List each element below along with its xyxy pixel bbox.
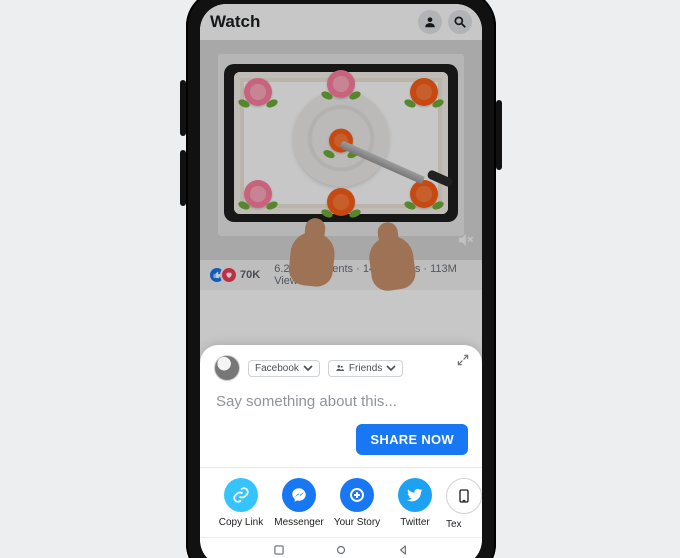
share-sheet: Facebook Friends Say something about th [200, 345, 482, 538]
search-icon [453, 15, 467, 29]
nav-back-button[interactable] [396, 543, 410, 558]
phone-frame: Watch [186, 0, 496, 558]
plus-circle-icon [348, 486, 366, 504]
sms-icon [456, 488, 472, 504]
twitter-icon [407, 487, 423, 503]
phone-side-button [180, 150, 186, 206]
audience-selector[interactable]: Friends [328, 360, 403, 377]
app-header: Watch [200, 4, 482, 40]
phone-side-button [496, 100, 502, 170]
link-icon [232, 486, 250, 504]
share-target-your-story[interactable]: Your Story [330, 478, 384, 530]
share-target-copy-link[interactable]: Copy Link [214, 478, 268, 530]
chip-label: Facebook [255, 363, 299, 374]
search-button[interactable] [448, 10, 472, 34]
share-target-label: Twitter [400, 517, 429, 528]
share-target-messenger[interactable]: Messenger [272, 478, 326, 530]
platform-selector[interactable]: Facebook [248, 360, 320, 377]
avatar[interactable] [214, 355, 240, 381]
mute-icon[interactable] [456, 231, 474, 254]
android-nav-bar [200, 537, 482, 558]
share-target-label: Your Story [334, 517, 380, 528]
share-target-label: Copy Link [219, 517, 263, 528]
share-now-button[interactable]: SHARE NOW [356, 424, 468, 455]
friends-icon [335, 363, 345, 373]
expand-icon[interactable] [456, 353, 470, 372]
messenger-icon [290, 486, 308, 504]
chevron-down-icon [386, 363, 396, 373]
share-text-input[interactable]: Say something about this... [216, 393, 466, 410]
share-target-label: Messenger [274, 517, 323, 528]
chevron-down-icon [303, 363, 313, 373]
share-targets-row: Copy Link Messenger Your Story Twit [200, 467, 482, 530]
nav-recent-button[interactable] [272, 543, 286, 558]
reactions-summary[interactable]: 70K [208, 266, 260, 284]
video-thumbnail[interactable] [200, 40, 482, 260]
share-target-label: Tex [446, 519, 476, 530]
page-title: Watch [210, 12, 260, 32]
chip-label: Friends [349, 363, 382, 374]
phone-side-button [180, 80, 186, 136]
nav-home-button[interactable] [334, 543, 348, 558]
love-icon [220, 266, 238, 284]
reactions-count: 70K [240, 269, 260, 281]
share-target-twitter[interactable]: Twitter [388, 478, 442, 530]
person-icon [423, 15, 437, 29]
video-stats-bar: 70K 6.2K Comments · 14K Shares · 113M Vi… [200, 260, 482, 290]
share-target-text-message[interactable]: Tex [446, 478, 482, 530]
profile-button[interactable] [418, 10, 442, 34]
